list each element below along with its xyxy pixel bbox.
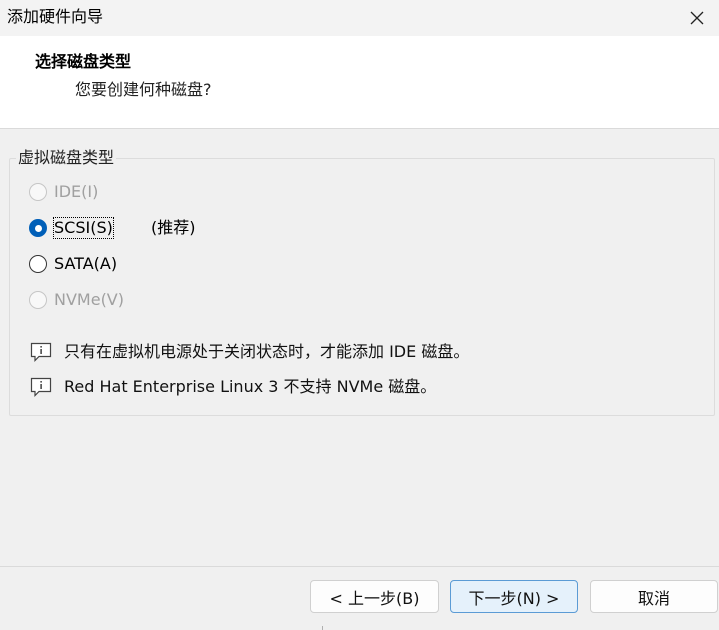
radio-sata-label: SATA(A) [54, 254, 118, 273]
title-bar: 添加硬件向导 [0, 0, 719, 36]
radio-nvme-button[interactable] [29, 291, 47, 309]
wizard-content: 虚拟磁盘类型 IDE(I) SCSI(S) (推荐) SATA(A) NVMe(… [0, 129, 719, 566]
info-nvme-text: Red Hat Enterprise Linux 3 不支持 NVMe 磁盘。 [64, 377, 437, 396]
radio-sata[interactable]: SATA(A) [29, 252, 117, 276]
radio-ide[interactable]: IDE(I) [29, 180, 98, 204]
radio-sata-button[interactable] [29, 255, 47, 273]
info-icon [30, 377, 52, 397]
radio-nvme-label: NVMe(V) [54, 290, 124, 309]
info-ide-text: 只有在虚拟机电源处于关闭状态时，才能添加 IDE 磁盘。 [64, 342, 470, 361]
info-icon [30, 342, 52, 362]
window-title: 添加硬件向导 [7, 7, 104, 26]
radio-ide-label: IDE(I) [54, 182, 99, 201]
divider [322, 626, 323, 630]
page-title: 选择磁盘类型 [35, 52, 132, 71]
back-button[interactable]: < 上一步(B) [310, 580, 439, 613]
info-nvme: Red Hat Enterprise Linux 3 不支持 NVMe 磁盘。 [30, 376, 436, 398]
close-icon [690, 11, 704, 25]
info-ide: 只有在虚拟机电源处于关闭状态时，才能添加 IDE 磁盘。 [30, 341, 469, 363]
radio-scsi[interactable]: SCSI(S) [29, 216, 114, 240]
radio-scsi-button[interactable] [29, 219, 47, 237]
wizard-header: 选择磁盘类型 您要创建何种磁盘? [0, 36, 719, 129]
cancel-button[interactable]: 取消 [590, 580, 718, 613]
radio-ide-button[interactable] [29, 183, 47, 201]
recommend-label: (推荐) [151, 218, 196, 237]
radio-nvme[interactable]: NVMe(V) [29, 288, 124, 312]
radio-scsi-label: SCSI(S) [53, 217, 114, 239]
next-button[interactable]: 下一步(N) > [450, 580, 578, 613]
wizard-footer: < 上一步(B) 下一步(N) > 取消 [0, 566, 719, 630]
page-subtitle: 您要创建何种磁盘? [75, 80, 212, 99]
group-legend: 虚拟磁盘类型 [16, 148, 117, 168]
close-button[interactable] [675, 0, 719, 36]
